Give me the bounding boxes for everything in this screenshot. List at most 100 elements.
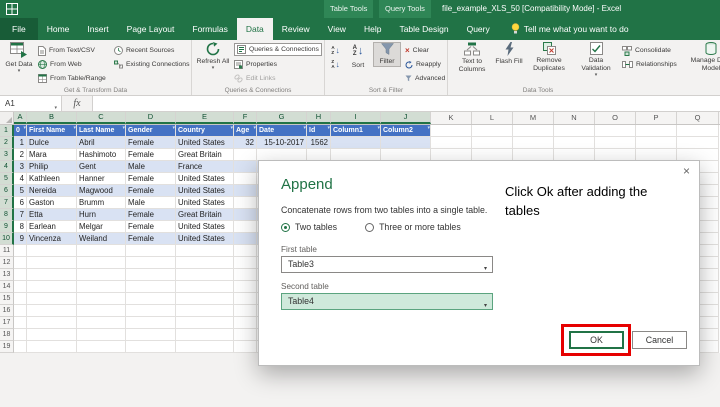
close-icon[interactable]: × [683,164,690,178]
column-header-K[interactable]: K [431,112,472,124]
cell-C7[interactable]: Brumm [77,197,126,209]
advanced-filter-button[interactable]: Advanced [405,72,445,85]
reapply-button[interactable]: Reapply [405,58,441,71]
cell-A3[interactable]: 2 [14,149,27,161]
column-header-C[interactable]: C [77,112,126,124]
tab-formulas[interactable]: Formulas [183,18,236,40]
cell-E6[interactable]: United States [176,185,234,197]
cell-F19[interactable] [234,341,257,353]
cell-C4[interactable]: Gent [77,161,126,173]
filter-arrow-icon[interactable]: ▾ [253,126,256,131]
tell-me-box[interactable]: Tell me what you want to do [511,18,629,40]
cell-J2[interactable] [381,137,431,149]
cell-C3[interactable]: Hashimoto [77,149,126,161]
cell-D4[interactable]: Male [126,161,176,173]
cell-F17[interactable] [234,317,257,329]
row-header-12[interactable]: 12 [0,257,14,269]
cell-D13[interactable] [126,269,176,281]
manage-data-model-button[interactable]: Manage Data Model [688,42,720,73]
cell-A11[interactable] [14,245,27,257]
column-header-F[interactable]: F [234,112,257,124]
consolidate-button[interactable]: Consolidate [622,44,671,57]
cell-M2[interactable] [513,137,554,149]
cell-C1[interactable]: Last Name ▾ [77,125,126,137]
column-header-B[interactable]: B [27,112,77,124]
first-table-select[interactable]: Table3 ▾ [281,256,493,273]
second-table-select[interactable]: Table4 ▾ [281,293,493,310]
cell-C11[interactable] [77,245,126,257]
cell-D11[interactable] [126,245,176,257]
row-header-2[interactable]: 2 [0,137,14,149]
cell-B7[interactable]: Gaston [27,197,77,209]
cell-A2[interactable]: 1 [14,137,27,149]
filter-arrow-icon[interactable]: ▾ [230,126,233,131]
relationships-button[interactable]: Relationships [622,58,677,71]
cell-P2[interactable] [636,137,677,149]
tab-page-layout[interactable]: Page Layout [118,18,184,40]
insert-function-button[interactable]: fx [62,96,92,111]
cell-A16[interactable] [14,305,27,317]
cell-A18[interactable] [14,329,27,341]
cell-B14[interactable] [27,281,77,293]
cell-B6[interactable]: Nereida [27,185,77,197]
cell-E13[interactable] [176,269,234,281]
cell-J1[interactable]: Column2 ▾ [381,125,431,137]
cell-G2[interactable]: 15-10-2017 [257,137,307,149]
cell-H1[interactable]: Id ▾ [307,125,331,137]
cell-D14[interactable] [126,281,176,293]
cell-K2[interactable] [431,137,472,149]
cancel-button[interactable]: Cancel [632,331,687,349]
column-header-A[interactable]: A [14,112,27,124]
cell-D17[interactable] [126,317,176,329]
cell-A9[interactable]: 8 [14,221,27,233]
cell-B8[interactable]: Etta [27,209,77,221]
cell-F1[interactable]: Age ▾ [234,125,257,137]
cell-D15[interactable] [126,293,176,305]
cell-E17[interactable] [176,317,234,329]
cell-D19[interactable] [126,341,176,353]
cell-K1[interactable] [431,125,472,137]
cell-D6[interactable]: Female [126,185,176,197]
column-header-I[interactable]: I [331,112,381,124]
cell-B1[interactable]: First Name ▾ [27,125,77,137]
row-header-13[interactable]: 13 [0,269,14,281]
row-header-4[interactable]: 4 [0,161,14,173]
column-header-M[interactable]: M [513,112,554,124]
flash-fill-button[interactable]: Flash Fill [494,42,524,66]
name-box[interactable]: A1 ▾ [0,96,62,111]
cell-F12[interactable] [234,257,257,269]
two-tables-radio[interactable] [281,222,290,232]
sort-button[interactable]: AZ ↓ Sort [345,42,371,70]
filter-arrow-icon[interactable]: ▾ [303,126,306,131]
tab-query[interactable]: Query [458,18,499,40]
cell-F6[interactable] [234,185,257,197]
row-header-7[interactable]: 7 [0,197,14,209]
from-web-button[interactable]: From Web [38,58,82,71]
cell-L2[interactable] [472,137,513,149]
cell-A6[interactable]: 5 [14,185,27,197]
row-header-1[interactable]: 1 [0,125,14,137]
cell-F14[interactable] [234,281,257,293]
cell-E8[interactable]: Great Britain [176,209,234,221]
cell-C15[interactable] [77,293,126,305]
cell-C17[interactable] [77,317,126,329]
cell-A19[interactable] [14,341,27,353]
row-header-5[interactable]: 5 [0,173,14,185]
cell-B16[interactable] [27,305,77,317]
column-header-G[interactable]: G [257,112,307,124]
cell-A5[interactable]: 4 [14,173,27,185]
cell-B17[interactable] [27,317,77,329]
row-header-8[interactable]: 8 [0,209,14,221]
existing-connections-button[interactable]: Existing Connections [114,58,189,71]
from-text-csv-button[interactable]: From Text/CSV [38,44,95,57]
column-header-O[interactable]: O [595,112,636,124]
row-header-15[interactable]: 15 [0,293,14,305]
cell-D2[interactable]: Female [126,137,176,149]
cell-F7[interactable] [234,197,257,209]
cell-F10[interactable] [234,233,257,245]
cell-H2[interactable]: 1562 [307,137,331,149]
cell-A12[interactable] [14,257,27,269]
cell-E12[interactable] [176,257,234,269]
get-data-button[interactable]: Get Data ▾ [2,42,36,74]
tab-home[interactable]: Home [38,18,79,40]
